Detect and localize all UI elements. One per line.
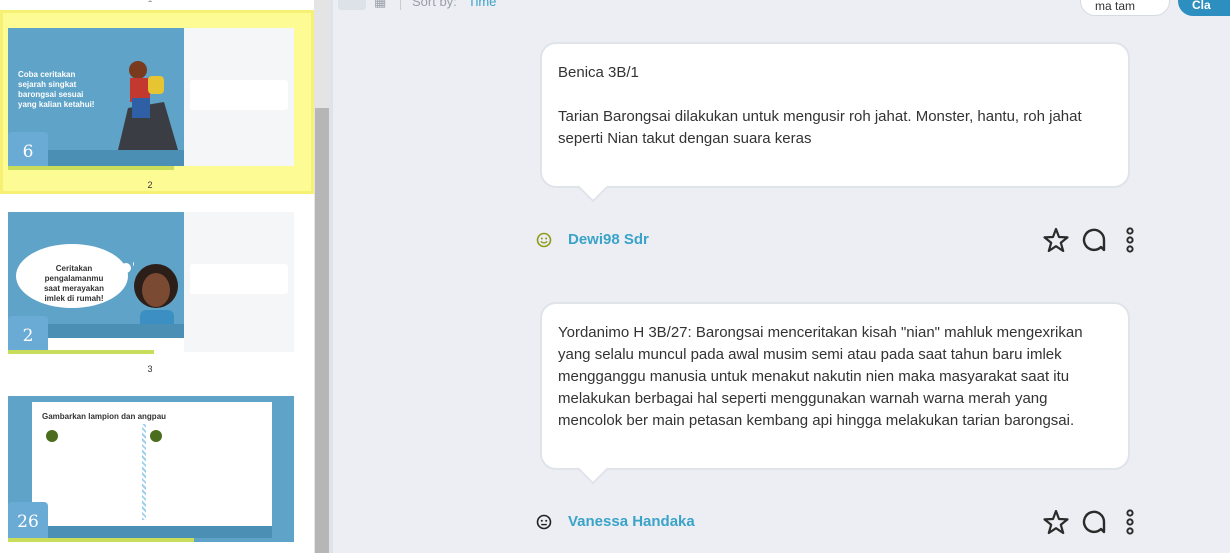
sidebar-scrollbar-thumb[interactable] (315, 108, 329, 553)
slide-thumbnail-2[interactable]: Ceritakan pengalamanmu saat merayakan im… (8, 212, 294, 352)
comment-icon[interactable] (1080, 226, 1108, 254)
star-icon[interactable] (1042, 508, 1070, 536)
more-options-icon[interactable] (1118, 508, 1146, 536)
list-view-icon[interactable] (338, 0, 366, 10)
author-name[interactable]: Dewi98 Sdr (568, 231, 649, 248)
author-name[interactable]: Vanessa Handaka (568, 513, 695, 530)
slide-number: 3 (147, 364, 153, 374)
author-row: Dewi98 Sdr (536, 226, 1136, 256)
slide-3-text: Gambarkan lampion dan angpau (42, 412, 167, 421)
comment-icon[interactable] (1080, 508, 1108, 536)
response-bubble: Yordanimo H 3B/27: Barongsai menceritaka… (540, 302, 1130, 485)
response-bubble: Benica 3B/1 Tarian Barongsai dilakukan u… (540, 42, 1130, 203)
slide-1-text: Coba ceritakan sejarah singkat barongsai… (18, 70, 95, 109)
author-row: Vanessa Handaka (536, 508, 1136, 538)
boy-sitting-illustration (118, 61, 178, 150)
slide-progress-bar (8, 350, 154, 354)
slide-response-badge: 26 (8, 502, 48, 540)
slide-number-partial: 1 (0, 0, 300, 4)
sort-dropdown[interactable]: Time (468, 0, 496, 9)
slide-progress-bar (8, 166, 174, 170)
slide-thumbnail-1[interactable]: Coba ceritakan sejarah singkat barongsai… (8, 28, 294, 166)
slide-progress-bar (8, 538, 194, 542)
divider (330, 0, 333, 553)
slide-response-badge: 2 (8, 316, 48, 354)
filter-pill-button[interactable]: ma tam (1080, 0, 1170, 16)
grid-view-icon[interactable]: ▦ (374, 0, 386, 10)
slide-thumbnail-3[interactable]: Gambarkan lampion dan angpau (8, 396, 294, 542)
slide-2-text: Ceritakan pengalamanmu saat merayakan im… (43, 264, 105, 303)
slide-response-badge: 6 (8, 132, 48, 170)
star-icon[interactable] (1042, 226, 1070, 254)
response-body: Yordanimo H 3B/27: Barongsai menceritaka… (558, 324, 1083, 429)
slide-sidebar: 1 Coba ceritakan sejarah singkat barongs… (0, 0, 314, 553)
neutral-face-icon (536, 514, 552, 530)
sort-label: Sort by: (412, 0, 457, 9)
more-options-icon[interactable] (1118, 226, 1146, 254)
smiley-icon (536, 232, 552, 248)
slide-number: 2 (147, 180, 153, 190)
toolbar-divider (400, 0, 401, 10)
class-button[interactable]: Cla (1178, 0, 1230, 16)
response-line-2: Tarian Barongsai dilakukan untuk mengusi… (558, 108, 1082, 147)
response-line-1: Benica 3B/1 (558, 64, 639, 81)
